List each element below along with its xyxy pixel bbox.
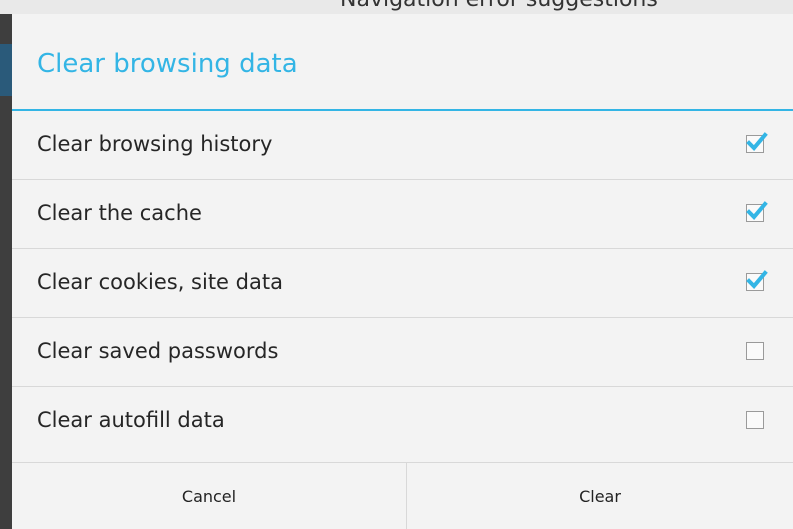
background-partial-text: Navigation error suggestions (340, 0, 658, 12)
option-label: Clear the cache (37, 201, 202, 225)
dialog-title: Clear browsing data (37, 49, 298, 79)
option-clear-saved-passwords[interactable]: Clear saved passwords (12, 318, 793, 387)
checkbox[interactable] (746, 132, 768, 153)
option-clear-cookies-site-data[interactable]: Clear cookies, site data (12, 249, 793, 318)
checkbox[interactable] (746, 342, 764, 360)
option-label: Clear browsing history (37, 132, 273, 156)
checkbox[interactable] (746, 201, 768, 222)
checkbox[interactable] (746, 270, 768, 291)
checkmark-icon (746, 132, 768, 151)
background-screen: Navigation error suggestions (0, 0, 793, 14)
option-clear-the-cache[interactable]: Clear the cache (12, 180, 793, 249)
clear-browsing-data-dialog: Clear browsing data Clear browsing histo… (12, 14, 793, 529)
option-clear-autofill-data[interactable]: Clear autofill data (12, 387, 793, 462)
option-clear-browsing-history[interactable]: Clear browsing history (12, 111, 793, 180)
dialog-button-bar: Cancel Clear (12, 462, 793, 529)
cancel-button[interactable]: Cancel (12, 463, 406, 529)
checkmark-icon (746, 270, 768, 289)
clear-button[interactable]: Clear (407, 463, 793, 529)
checkbox[interactable] (746, 411, 764, 429)
option-label: Clear saved passwords (37, 339, 279, 363)
option-label: Clear autofill data (37, 408, 225, 432)
option-label: Clear cookies, site data (37, 270, 283, 294)
dialog-title-bar: Clear browsing data (12, 14, 793, 109)
background-left-accent (0, 44, 12, 96)
checkmark-icon (746, 201, 768, 220)
